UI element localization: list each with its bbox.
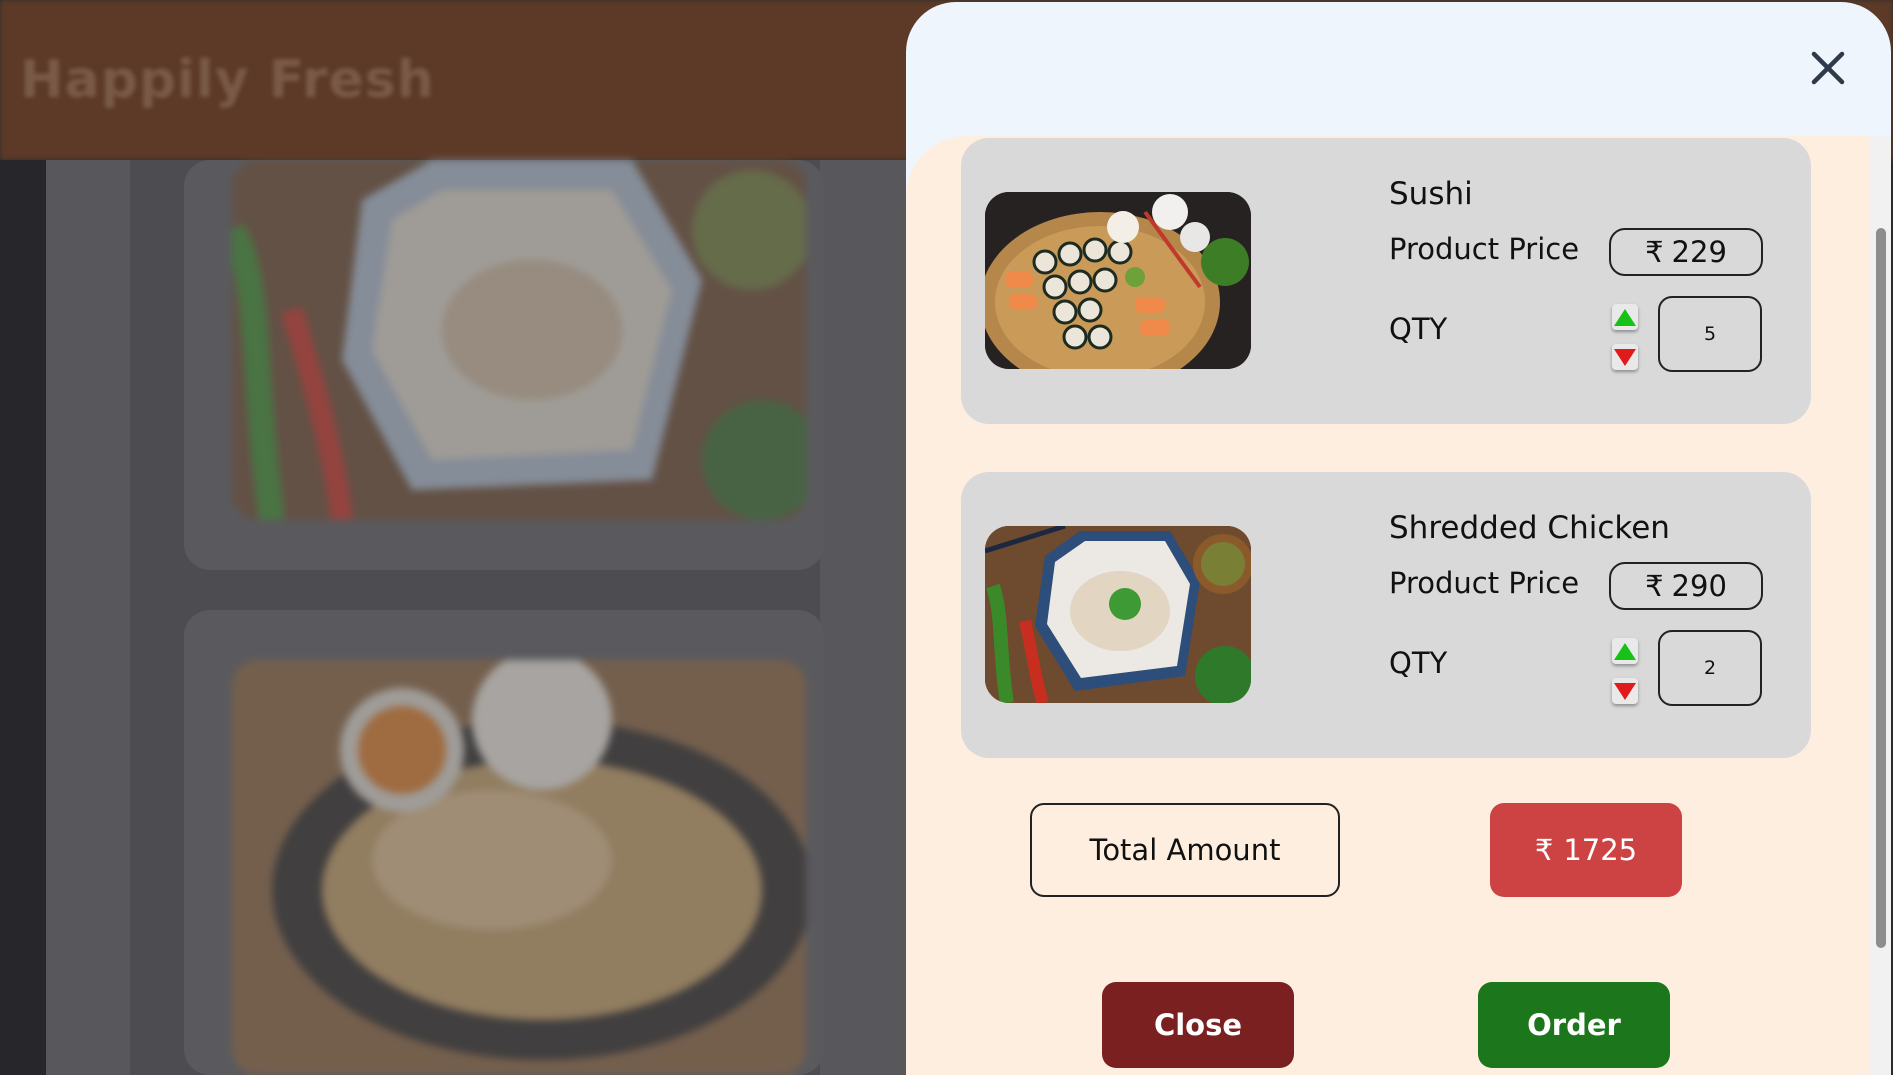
item-name: Sushi [1389,176,1473,212]
qty-increase-button[interactable] [1612,638,1638,664]
price-value: ₹ 290 [1609,562,1763,610]
shredded-chicken-image [985,526,1251,703]
background-food-photo [232,660,806,1075]
arrow-down-icon [1614,348,1636,366]
close-button[interactable]: Close [1102,982,1294,1068]
cart-body: Sushi Product Price ₹ 229 QTY 5 Shredded… [906,136,1869,1075]
cart-modal: Sushi Product Price ₹ 229 QTY 5 Shredded… [906,2,1891,1075]
qty-decrease-button[interactable] [1612,344,1638,370]
qty-label: QTY [1389,646,1448,680]
qty-label: QTY [1389,312,1448,346]
price-label: Product Price [1389,232,1580,266]
close-icon[interactable] [1806,46,1850,90]
cart-item-card: Sushi Product Price ₹ 229 QTY 5 [961,138,1811,424]
price-amount: 290 [1671,569,1727,603]
arrow-down-icon [1614,682,1636,700]
scrollbar-thumb[interactable] [1876,228,1886,948]
background-brand: Happily Fresh [20,50,435,110]
arrow-up-icon [1614,642,1636,660]
sushi-image [985,192,1251,369]
total-amount-label: Total Amount [1030,803,1340,897]
currency-symbol: ₹ [1645,235,1664,269]
qty-value[interactable]: 2 [1658,630,1762,706]
qty-increase-button[interactable] [1612,304,1638,330]
background-food-photo [232,160,806,520]
item-name: Shredded Chicken [1389,510,1670,546]
order-button[interactable]: Order [1478,982,1670,1068]
qty-decrease-button[interactable] [1612,678,1638,704]
qty-value[interactable]: 5 [1658,296,1762,372]
cart-item-card: Shredded Chicken Product Price ₹ 290 QTY… [961,472,1811,758]
total-amount-value: ₹ 1725 [1490,803,1682,897]
arrow-up-icon [1614,308,1636,326]
price-amount: 229 [1671,235,1727,269]
price-label: Product Price [1389,566,1580,600]
currency-symbol: ₹ [1534,833,1554,867]
background-sidebar-strip [0,160,46,1075]
currency-symbol: ₹ [1645,569,1664,603]
price-value: ₹ 229 [1609,228,1763,276]
total-amount: 1725 [1563,833,1638,867]
